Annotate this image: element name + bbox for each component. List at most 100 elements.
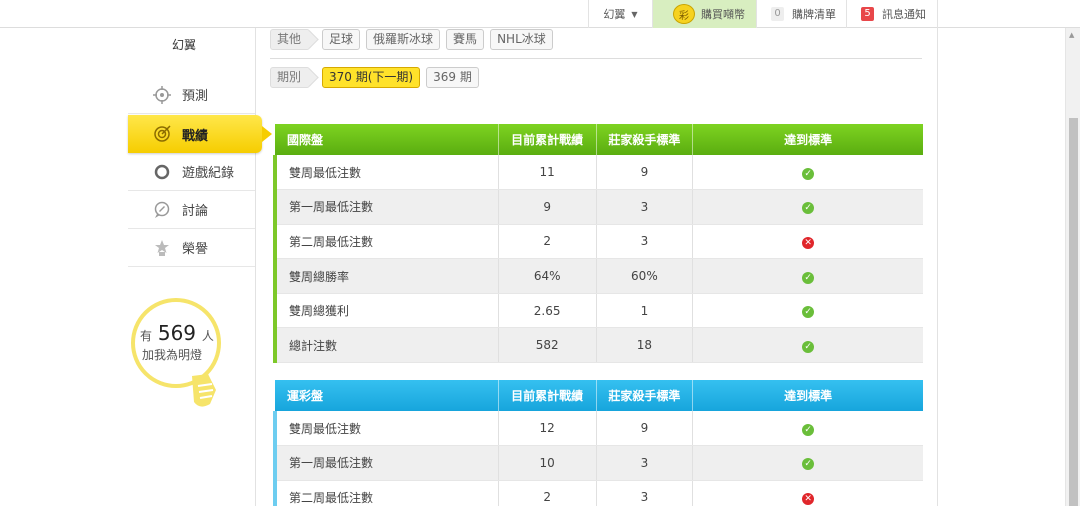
current-record: 582: [498, 327, 597, 364]
table-header: 目前累計戰績: [498, 124, 597, 155]
sidebar-item-predict[interactable]: 預測: [128, 76, 255, 114]
crosshair-icon: [152, 85, 172, 105]
fans-bulb: 有 569 人 加我為明燈: [128, 298, 256, 428]
table-row: 第一周最低注數 9 3 ✓: [272, 189, 923, 225]
sidebar-item-label: 預測: [182, 89, 209, 104]
coin-icon: 彩: [673, 4, 695, 24]
table-header: 達到標準: [692, 380, 923, 411]
profile-name: 幻翼: [172, 38, 197, 52]
check-icon: ✓: [802, 202, 815, 215]
standard-value: 3: [596, 224, 694, 260]
table-header: 達到標準: [692, 124, 923, 155]
current-record: 10: [498, 445, 597, 481]
sidebar-item-label: 戰績: [182, 128, 209, 144]
period-tag[interactable]: 369 期: [426, 67, 479, 88]
ring-icon: [152, 162, 172, 182]
table-row: 雙周總勝率 64% 60% ✓: [272, 258, 923, 294]
table-header-row: 國際盤 目前累計戰績 莊家殺手標準 達到標準: [275, 124, 923, 155]
cross-icon: ✕: [802, 492, 815, 505]
fans-suffix: 人: [201, 329, 214, 343]
table-header: 目前累計戰績: [498, 380, 597, 411]
category-tag[interactable]: NHL冰球: [490, 29, 553, 50]
page-scrollbar[interactable]: ▲: [1065, 28, 1080, 506]
notifications-link[interactable]: 5 訊息通知: [846, 0, 938, 28]
status-cell: ✓: [692, 189, 923, 225]
row-label: 第一周最低注數: [272, 445, 499, 481]
main-content: 其他 足球 俄羅斯冰球 賽馬 NHL冰球 期別 370 期(下一期) 369 期…: [256, 28, 938, 506]
status-cell: ✓: [692, 411, 923, 447]
standard-value: 18: [596, 327, 694, 364]
category-tag[interactable]: 俄羅斯冰球: [366, 29, 441, 50]
category-tag[interactable]: 賽馬: [446, 29, 485, 50]
chat-icon: [152, 200, 172, 220]
standard-value: 3: [596, 480, 694, 506]
sidebar-item-label: 討論: [182, 204, 209, 219]
period-tag-selected[interactable]: 370 期(下一期): [322, 67, 421, 88]
table-header: 運彩盤: [275, 380, 499, 411]
table-row: 雙周最低注數 11 9 ✓: [272, 155, 923, 191]
sidebar: 幻翼 預測 戰績 遊戲紀錄 討論 榮譽 有 569 人 加我為明燈: [128, 28, 272, 506]
bulb-icon: [192, 374, 216, 407]
top-bar: 幻翼 ▼ 彩 購買噸幣 0 購牌清單 5 訊息通知: [0, 0, 1080, 28]
standard-value: 3: [596, 445, 694, 481]
sidebar-item-label: 遊戲紀錄: [182, 166, 235, 181]
current-record: 9: [498, 189, 597, 225]
status-cell: ✓: [692, 155, 923, 191]
current-record: 12: [498, 411, 597, 447]
current-record: 2.65: [498, 293, 597, 329]
check-icon: ✓: [802, 458, 815, 471]
period-filter-label: 期別: [270, 67, 311, 88]
current-record: 2: [498, 480, 597, 506]
cart-link[interactable]: 0 購牌清單: [756, 0, 846, 28]
check-icon: ✓: [802, 340, 815, 353]
status-cell: ✓: [692, 258, 923, 294]
sidebar-item-label: 榮譽: [182, 242, 209, 257]
standard-value: 60%: [596, 258, 694, 294]
divider: [270, 58, 922, 59]
category-filter-label: 其他: [270, 29, 311, 50]
table-header-row: 運彩盤 目前累計戰績 莊家殺手標準 達到標準: [275, 380, 923, 411]
status-cell: ✕: [692, 480, 923, 506]
standard-value: 3: [596, 189, 694, 225]
buy-coins-button[interactable]: 彩 購買噸幣: [652, 0, 756, 28]
row-label: 第二周最低注數: [272, 480, 499, 506]
table-header: 莊家殺手標準: [596, 124, 694, 155]
status-cell: ✓: [692, 327, 923, 364]
notifications-label: 訊息通知: [882, 8, 926, 21]
cart-count-badge: 0: [771, 7, 784, 21]
row-label: 第二周最低注數: [272, 224, 499, 260]
standard-value: 9: [596, 155, 694, 191]
buy-coins-label: 購買噸幣: [701, 8, 745, 21]
category-tag[interactable]: 足球: [322, 29, 361, 50]
target-icon: [152, 124, 172, 144]
user-name: 幻翼: [603, 8, 626, 21]
medal-icon: [152, 238, 172, 258]
sidebar-item-game-log[interactable]: 遊戲紀錄: [128, 153, 255, 191]
scroll-up-icon[interactable]: ▲: [1069, 31, 1074, 39]
status-cell: ✓: [692, 445, 923, 481]
table-row: 雙周總獲利 2.65 1 ✓: [272, 293, 923, 329]
standard-value: 9: [596, 411, 694, 447]
scroll-thumb[interactable]: [1069, 118, 1078, 506]
fans-prefix: 有: [140, 329, 153, 343]
row-label: 第一周最低注數: [272, 189, 499, 225]
status-cell: ✓: [692, 293, 923, 329]
current-record: 2: [498, 224, 597, 260]
sidebar-item-record[interactable]: 戰績: [128, 115, 272, 153]
check-icon: ✓: [802, 423, 815, 436]
standard-value: 1: [596, 293, 694, 329]
table-row: 第二周最低注數 2 3 ✕: [272, 480, 923, 506]
sidebar-item-discussion[interactable]: 討論: [128, 191, 255, 229]
notification-count-badge: 5: [861, 7, 874, 21]
chevron-down-icon: ▼: [631, 9, 638, 19]
user-menu[interactable]: 幻翼 ▼: [588, 0, 652, 28]
fans-count: 569: [157, 321, 197, 345]
check-icon: ✓: [802, 306, 815, 319]
row-label: 總計注數: [272, 327, 499, 364]
international-table: 國際盤 目前累計戰績 莊家殺手標準 達到標準 雙周最低注數 11 9 ✓ 第一周最低注數…: [272, 124, 923, 364]
cross-icon: ✕: [802, 236, 815, 249]
sidebar-item-honors[interactable]: 榮譽: [128, 229, 255, 267]
row-label: 雙周最低注數: [272, 411, 499, 447]
table-header: 國際盤: [275, 124, 499, 155]
table-row: 雙周最低注數 12 9 ✓: [272, 411, 923, 447]
